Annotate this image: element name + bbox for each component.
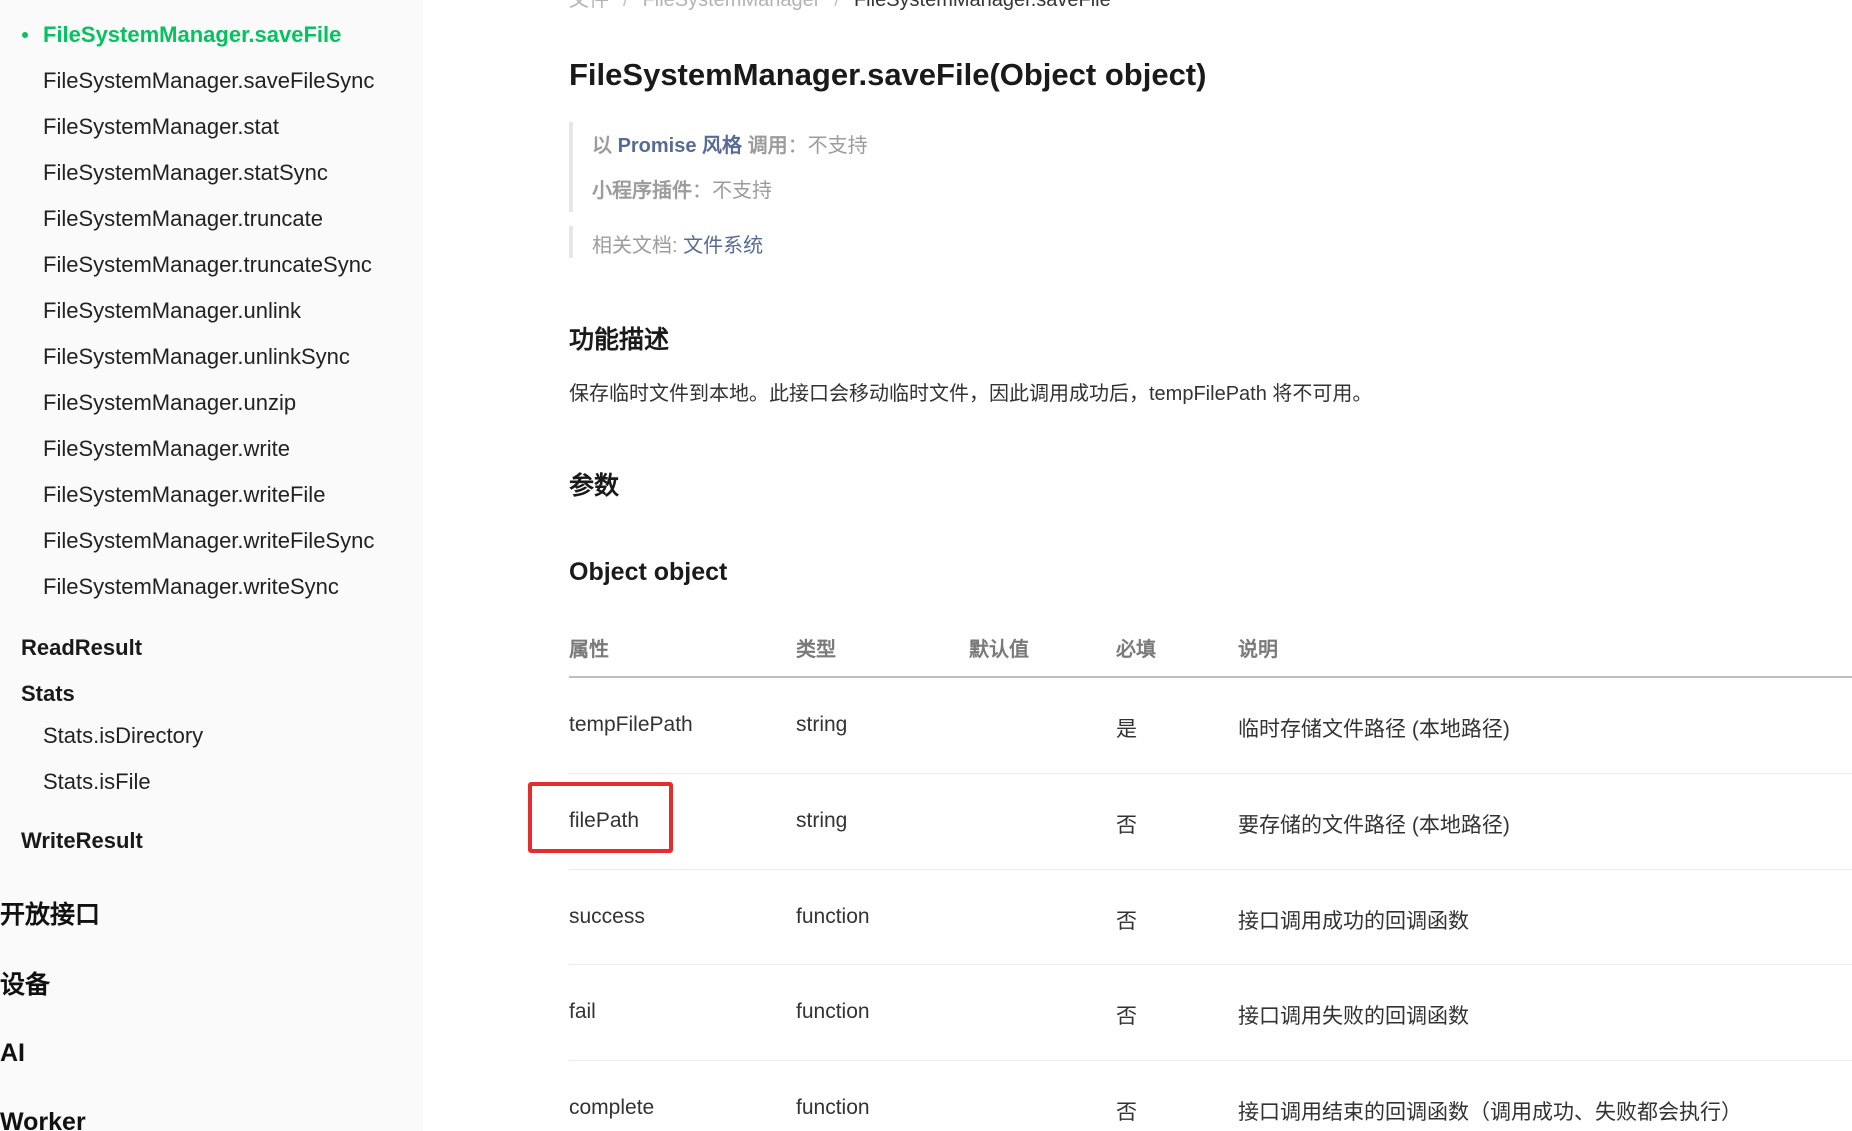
sidebar-item-unlinksync[interactable]: FileSystemManager.unlinkSync	[43, 346, 350, 368]
col-header-desc: 说明	[1238, 639, 1278, 661]
sidebar-item-stat[interactable]: FileSystemManager.stat	[43, 116, 279, 138]
sidebar-item-unlink[interactable]: FileSystemManager.unlink	[43, 300, 301, 322]
plugin-colon: ：	[692, 180, 712, 202]
table-cell-desc: 接口调用结束的回调函数（调用成功、失败都会执行）	[1238, 1101, 1742, 1124]
table-row-divider	[569, 964, 1852, 965]
table-row-divider	[569, 1060, 1852, 1061]
sidebar-item-statsync[interactable]: FileSystemManager.statSync	[43, 162, 328, 184]
sidebar-section-device[interactable]: 设备	[0, 973, 50, 998]
table-cell-property: complete	[569, 1096, 655, 1119]
page-title: FileSystemManager.saveFile(Object object…	[569, 57, 1207, 92]
breadcrumb: 文件 / FileSystemManager / FileSystemManager.s…	[569, 0, 1111, 12]
table-cell-required: 是	[1116, 718, 1137, 741]
sidebar-item-truncate[interactable]: FileSystemManager.truncate	[43, 208, 323, 230]
promise-word: Promise	[617, 135, 697, 157]
table-header-divider	[569, 676, 1852, 678]
related-quote-bar	[569, 226, 573, 258]
breadcrumb-item-current: FileSystemManager.saveFile	[853, 0, 1111, 11]
sidebar-group-readresult[interactable]: ReadResult	[21, 637, 142, 659]
table-cell-required: 否	[1116, 910, 1137, 933]
sidebar-section-open-api[interactable]: 开放接口	[0, 903, 100, 928]
breadcrumb-separator: /	[623, 0, 629, 11]
sidebar-item-writefilesync[interactable]: FileSystemManager.writeFileSync	[43, 530, 374, 552]
sidebar-item-savefile[interactable]: FileSystemManager.saveFile	[43, 24, 341, 46]
note-quote-bar	[569, 122, 573, 212]
table-cell-desc: 临时存储文件路径 (本地路径)	[1238, 718, 1510, 741]
params-heading: 参数	[569, 472, 620, 500]
col-header-required: 必填	[1116, 639, 1156, 661]
sidebar-nav: FileSystemManager.saveFile FileSystemMan…	[0, 0, 423, 1131]
table-cell-type: string	[796, 713, 848, 736]
sidebar-item-truncatesync[interactable]: FileSystemManager.truncateSync	[43, 254, 372, 276]
sidebar-item-unzip[interactable]: FileSystemManager.unzip	[43, 392, 296, 414]
promise-colon: ：	[787, 135, 808, 157]
table-cell-property: fail	[569, 1000, 596, 1023]
sidebar-item-writefile[interactable]: FileSystemManager.writeFile	[43, 484, 325, 506]
related-docs-link[interactable]: 文件系统	[683, 235, 763, 257]
table-cell-desc: 接口调用成功的回调函数	[1238, 910, 1469, 933]
promise-value: 不支持	[807, 135, 868, 157]
table-cell-desc: 要存储的文件路径 (本地路径)	[1238, 814, 1510, 837]
sidebar-section-ai[interactable]: AI	[0, 1041, 25, 1066]
breadcrumb-separator: /	[834, 0, 840, 11]
plugin-value: 不支持	[712, 180, 772, 202]
table-row-divider	[569, 869, 1852, 870]
col-header-default: 默认值	[969, 639, 1029, 661]
breadcrumb-item-file[interactable]: 文件	[569, 0, 609, 11]
active-bullet-icon	[22, 32, 28, 38]
sidebar-group-stats[interactable]: Stats	[21, 683, 75, 705]
col-header-property: 属性	[569, 639, 609, 661]
table-cell-property: success	[569, 905, 645, 928]
breadcrumb-item-fsm[interactable]: FileSystemManager	[643, 0, 821, 11]
table-cell-property: tempFilePath	[569, 713, 693, 736]
main-content: 文件 / FileSystemManager / FileSystemManager.s…	[423, 0, 1852, 1131]
promise-support-note: 以 Promise 风格 调用：不支持	[592, 129, 868, 158]
feature-heading: 功能描述	[569, 326, 670, 354]
sidebar-item-stats-isdirectory[interactable]: Stats.isDirectory	[43, 725, 203, 747]
table-cell-required: 否	[1116, 1101, 1137, 1124]
feature-description: 保存临时文件到本地。此接口会移动临时文件，因此调用成功后，tempFilePat…	[569, 383, 1373, 405]
promise-call: 调用	[742, 135, 788, 157]
table-cell-type: function	[796, 1096, 870, 1119]
related-label: 相关文档:	[592, 235, 684, 257]
table-cell-type: string	[796, 809, 848, 832]
table-cell-required: 否	[1116, 814, 1137, 837]
table-cell-required: 否	[1116, 1005, 1137, 1028]
sidebar-item-savefilesync[interactable]: FileSystemManager.saveFileSync	[43, 70, 374, 92]
related-docs-note: 相关文档: 文件系统	[592, 229, 763, 258]
sidebar-item-writesync[interactable]: FileSystemManager.writeSync	[43, 576, 339, 598]
table-cell-type: function	[796, 905, 870, 928]
plugin-label: 小程序插件	[592, 180, 692, 202]
highlight-annotation-box	[528, 782, 673, 853]
table-cell-desc: 接口调用失败的回调函数	[1238, 1005, 1469, 1028]
sidebar-section-worker[interactable]: Worker	[0, 1110, 86, 1131]
promise-prefix: 以	[592, 135, 618, 157]
plugin-support-note: 小程序插件：不支持	[592, 174, 772, 203]
table-cell-type: function	[796, 1000, 870, 1023]
sidebar-item-write[interactable]: FileSystemManager.write	[43, 438, 290, 460]
object-heading: Object object	[569, 558, 728, 586]
promise-style: 风格	[696, 135, 743, 157]
table-row-divider	[569, 773, 1852, 774]
sidebar-group-writeresult[interactable]: WriteResult	[21, 830, 143, 852]
sidebar-item-stats-isfile[interactable]: Stats.isFile	[43, 771, 151, 793]
col-header-type: 类型	[796, 639, 836, 661]
